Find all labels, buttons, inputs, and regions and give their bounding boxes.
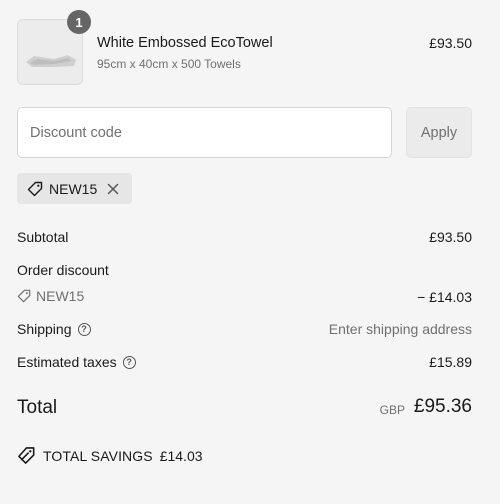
tag-icon <box>27 181 43 197</box>
product-price: £93.50 <box>429 35 472 51</box>
subtotal-value: £93.50 <box>429 229 472 245</box>
discount-code-row: NEW15 <box>17 288 84 304</box>
taxes-label: Estimated taxes <box>17 354 117 370</box>
savings-tag-icon <box>17 446 36 465</box>
quantity-badge: 1 <box>67 10 91 34</box>
shipping-value: Enter shipping address <box>328 321 472 337</box>
product-variant: 95cm x 40cm x 500 Towels <box>97 57 241 71</box>
taxes-value: £15.89 <box>429 354 472 370</box>
towel-image <box>26 55 76 67</box>
taxes-row-label: Estimated taxes? <box>17 354 136 370</box>
discount-code-input[interactable] <box>17 107 392 158</box>
tag-icon <box>17 289 31 303</box>
applied-discount-code: NEW15 <box>49 180 98 197</box>
discount-value: − £14.03 <box>417 289 472 305</box>
applied-discount-chip: NEW15 <box>17 173 132 204</box>
discount-code-label: NEW15 <box>36 288 85 304</box>
shipping-row-label: Shipping? <box>17 321 91 337</box>
subtotal-label: Subtotal <box>17 229 69 245</box>
apply-button[interactable]: Apply <box>406 107 472 158</box>
total-currency: GBP <box>379 403 405 417</box>
help-icon[interactable]: ? <box>77 322 91 336</box>
savings-value: £14.03 <box>159 447 203 464</box>
total-value: £95.36 <box>413 396 472 417</box>
order-discount-label: Order discount <box>17 262 109 278</box>
product-name: White Embossed EcoTowel <box>97 35 273 51</box>
total-savings: TOTAL SAVINGS £14.03 <box>17 446 203 465</box>
help-icon[interactable]: ? <box>122 355 136 369</box>
total-label: Total <box>17 397 58 418</box>
shipping-label: Shipping <box>17 321 72 337</box>
remove-discount-icon[interactable] <box>107 183 119 195</box>
savings-label: TOTAL SAVINGS <box>43 447 153 464</box>
